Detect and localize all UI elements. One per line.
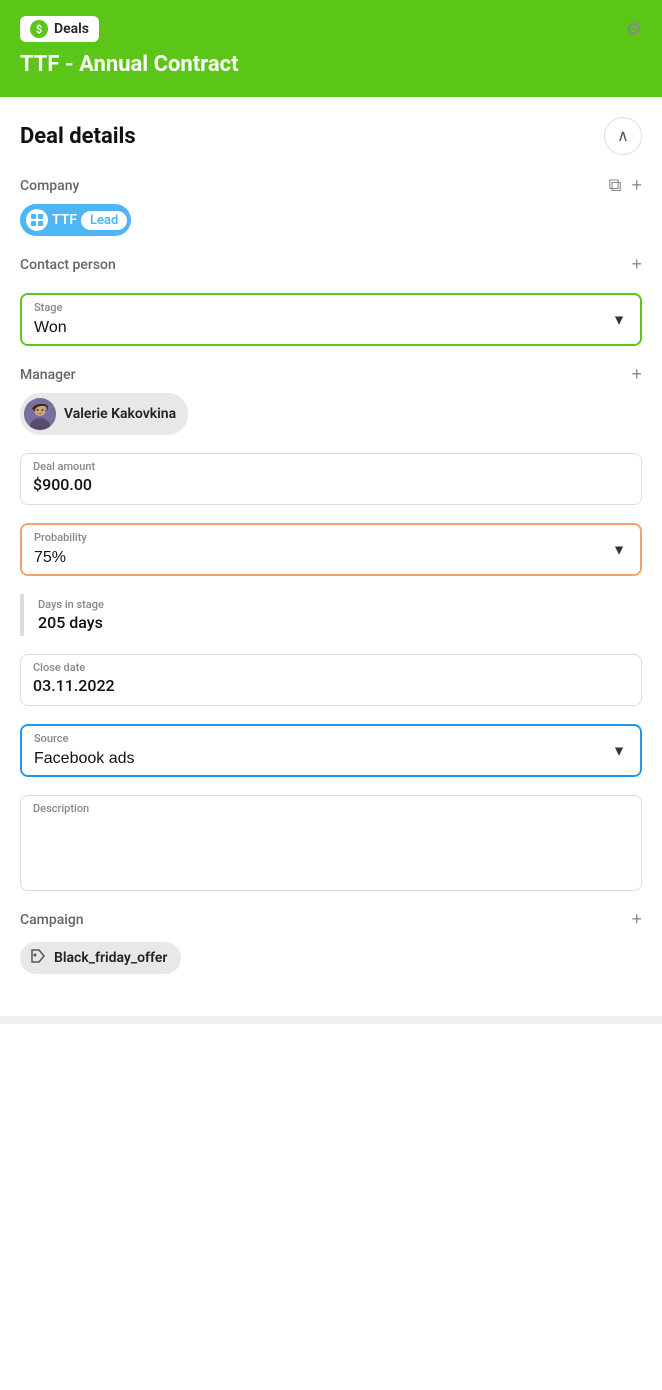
stage-select[interactable]: WonLostNewIn Progress bbox=[22, 295, 640, 344]
app-container: $ Deals ⚙ TTF - Annual Contract Deal det… bbox=[0, 0, 662, 1390]
deal-amount-box[interactable]: Deal amount $900.00 bbox=[20, 453, 642, 505]
campaign-tag[interactable]: Black_friday_offer bbox=[20, 942, 181, 974]
stage-label: Stage bbox=[34, 301, 62, 314]
manager-label: Manager bbox=[20, 367, 76, 383]
deal-details-section: Deal details ∧ Company ⧉ + bbox=[0, 97, 662, 1016]
company-action-icons: ⧉ + bbox=[609, 175, 642, 196]
stage-select-wrapper: Stage WonLostNewIn Progress ▼ bbox=[20, 293, 642, 346]
company-tag[interactable]: TTF Lead bbox=[20, 204, 131, 236]
deal-amount-label: Deal amount bbox=[33, 460, 629, 473]
settings-button[interactable]: ⚙ bbox=[626, 19, 642, 40]
manager-name: Valerie Kakovkina bbox=[64, 406, 176, 422]
days-in-stage-label: Days in stage bbox=[38, 598, 642, 611]
description-wrapper: Description bbox=[20, 795, 642, 891]
probability-select[interactable]: 75%50%25%100% bbox=[22, 525, 640, 574]
section-header: Deal details ∧ bbox=[20, 117, 642, 155]
deal-amount-value: $900.00 bbox=[33, 475, 92, 494]
deals-badge[interactable]: $ Deals bbox=[20, 16, 99, 42]
chevron-up-icon: ∧ bbox=[617, 126, 629, 146]
header-top: $ Deals ⚙ bbox=[20, 16, 642, 42]
company-label-row: Company ⧉ + bbox=[20, 175, 642, 196]
contact-add-button[interactable]: + bbox=[631, 254, 642, 275]
manager-tag[interactable]: Valerie Kakovkina bbox=[20, 393, 188, 435]
header: $ Deals ⚙ TTF - Annual Contract bbox=[0, 0, 662, 97]
source-label: Source bbox=[34, 732, 68, 745]
close-date-value: 03.11.2022 bbox=[33, 676, 115, 695]
avatar bbox=[24, 398, 56, 430]
add-icon: + bbox=[631, 364, 642, 385]
external-link-icon: ⧉ bbox=[609, 175, 622, 196]
contact-label-row: Contact person + bbox=[20, 254, 642, 275]
company-label: Company bbox=[20, 178, 79, 194]
deals-dollar-icon: $ bbox=[30, 20, 48, 38]
campaign-label-row: Campaign + bbox=[20, 909, 642, 930]
deal-amount-field-row: Deal amount $900.00 bbox=[20, 453, 642, 505]
campaign-tag-name: Black_friday_offer bbox=[54, 950, 167, 966]
add-icon: + bbox=[631, 909, 642, 930]
deal-title: TTF - Annual Contract bbox=[20, 52, 642, 77]
days-in-stage-value: 205 days bbox=[38, 613, 103, 632]
description-field-row: Description bbox=[20, 795, 642, 891]
days-in-stage-field-row: Days in stage 205 days bbox=[20, 594, 642, 636]
company-external-link-button[interactable]: ⧉ bbox=[609, 175, 622, 196]
contact-person-field-row: Contact person + bbox=[20, 254, 642, 275]
manager-field-row: Manager + bbox=[20, 364, 642, 435]
close-date-field-row: Close date 03.11.2022 bbox=[20, 654, 642, 706]
source-field-row: Source Facebook adsGoogle adsReferralOrg… bbox=[20, 724, 642, 777]
section-title: Deal details bbox=[20, 124, 136, 149]
description-label: Description bbox=[33, 802, 89, 815]
source-select-wrapper: Source Facebook adsGoogle adsReferralOrg… bbox=[20, 724, 642, 777]
manager-add-button[interactable]: + bbox=[631, 364, 642, 385]
probability-field-row: Probability 75%50%25%100% ▼ bbox=[20, 523, 642, 576]
source-select[interactable]: Facebook adsGoogle adsReferralOrganic bbox=[22, 726, 640, 775]
company-add-button[interactable]: + bbox=[631, 175, 642, 196]
probability-label: Probability bbox=[34, 531, 87, 544]
campaign-label: Campaign bbox=[20, 912, 84, 928]
add-icon: + bbox=[631, 175, 642, 196]
lead-badge: Lead bbox=[81, 211, 127, 230]
contact-person-label: Contact person bbox=[20, 257, 116, 273]
company-tag-icon bbox=[26, 209, 48, 231]
description-textarea[interactable] bbox=[21, 796, 641, 886]
probability-select-wrapper: Probability 75%50%25%100% ▼ bbox=[20, 523, 642, 576]
section-divider bbox=[0, 1016, 662, 1024]
gear-icon: ⚙ bbox=[626, 19, 642, 40]
close-date-label: Close date bbox=[33, 661, 629, 674]
close-date-box[interactable]: Close date 03.11.2022 bbox=[20, 654, 642, 706]
collapse-button[interactable]: ∧ bbox=[604, 117, 642, 155]
stage-field-row: Stage WonLostNewIn Progress ▼ bbox=[20, 293, 642, 346]
campaign-add-button[interactable]: + bbox=[631, 909, 642, 930]
campaign-field-row: Campaign + Black_friday_offer bbox=[20, 909, 642, 974]
manager-label-row: Manager + bbox=[20, 364, 642, 385]
campaign-tag-icon bbox=[30, 948, 46, 968]
add-icon: + bbox=[631, 254, 642, 275]
company-field-row: Company ⧉ + bbox=[20, 175, 642, 236]
company-tag-name: TTF bbox=[52, 212, 77, 228]
deals-badge-label: Deals bbox=[54, 21, 89, 37]
days-in-stage-box: Days in stage 205 days bbox=[20, 594, 642, 636]
